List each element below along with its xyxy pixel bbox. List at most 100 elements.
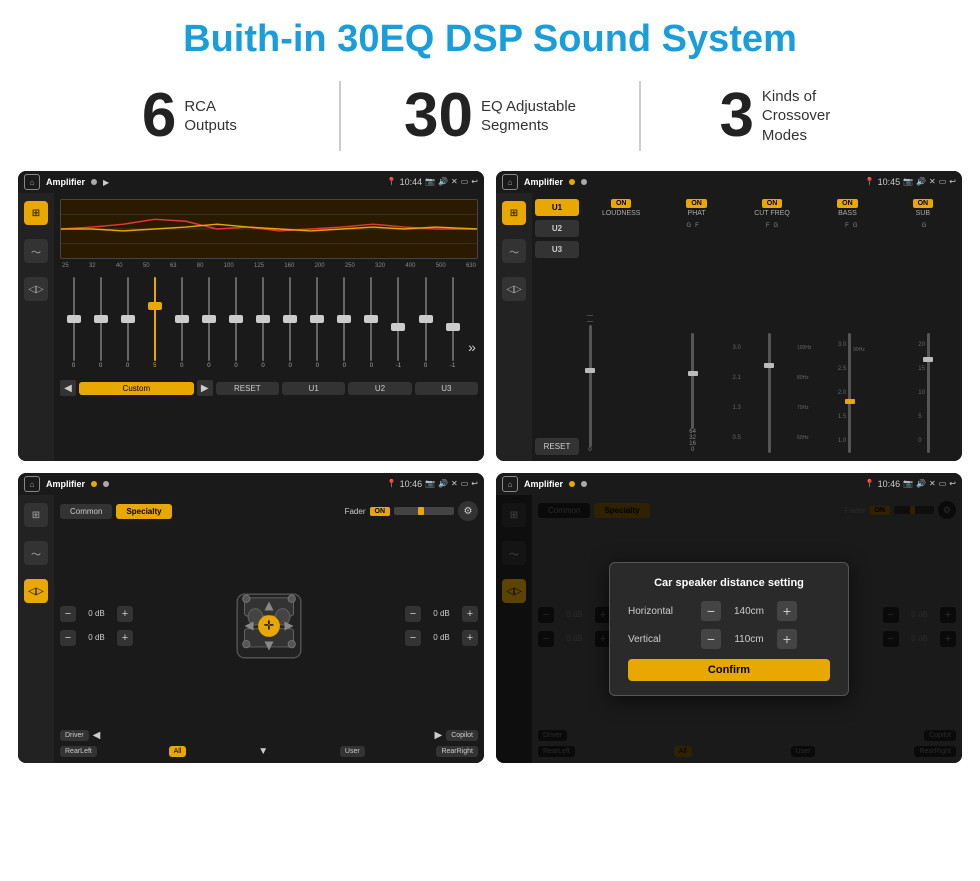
eq-freq-labels: 253240506380100125160200250320400500630: [60, 263, 478, 269]
dialog-vertical-minus[interactable]: −: [701, 629, 721, 649]
s3-settings-icon[interactable]: ⚙: [458, 501, 478, 521]
screen-4-dialog: ⌂ Amplifier 📍 10:46 📷 🔊 ✕ ▭ ↩ ⊞ 〜 ◁▷: [496, 473, 962, 763]
eq-preset-label: Custom: [79, 382, 194, 395]
s3-fader-bar[interactable]: [394, 507, 454, 515]
screen4-topbar: ⌂ Amplifier 📍 10:46 📷 🔊 ✕ ▭ ↩: [496, 473, 962, 495]
s3-tabs: Common Specialty Fader ON ⚙: [60, 501, 478, 521]
stat-label-rca: RCAOutputs: [184, 97, 237, 136]
eq-sliders-area: 0 0 0 5 0 0 0 0 0 0 0 0 -1 0 -1 »: [60, 273, 478, 373]
minimize-icon-2: ▭: [939, 177, 947, 187]
s3-copilot-btn[interactable]: Copilot: [446, 730, 478, 741]
s3-down-arrow[interactable]: ▼: [258, 746, 268, 757]
screens-grid: ⌂ Amplifier ▶ 📍 10:44 📷 🔊 ✕ ▭ ↩ ⊞ 〜 ◁▷: [0, 165, 980, 773]
stat-number-3: 3: [719, 85, 753, 147]
eq-reset-btn[interactable]: RESET: [216, 382, 279, 395]
dialog-horizontal-plus[interactable]: +: [777, 601, 797, 621]
stat-label-crossover: Kinds ofCrossover Modes: [762, 87, 862, 146]
s3-sidebar-wave-icon[interactable]: 〜: [24, 541, 48, 565]
stat-eq: 30 EQ AdjustableSegments: [361, 85, 620, 147]
sidebar-vol-icon[interactable]: ◁▷: [24, 277, 48, 301]
s3-minus-btn-4[interactable]: −: [405, 630, 421, 646]
time-3: 10:46: [400, 479, 423, 489]
eq-u3-btn[interactable]: U3: [415, 382, 478, 395]
close-icon-1: ✕: [451, 177, 458, 187]
s3-plus-btn-4[interactable]: +: [462, 630, 478, 646]
s2-header-row: ON LOUDNESS ON PHAT ON CUT FREQ ON BASS: [585, 197, 959, 219]
s2-u1-btn[interactable]: U1: [535, 199, 579, 216]
home-btn-1[interactable]: ⌂: [24, 174, 40, 190]
s3-common-tab[interactable]: Common: [60, 504, 112, 519]
screen3-topbar: ⌂ Amplifier 📍 10:46 📷 🔊 ✕ ▭ ↩: [18, 473, 484, 495]
s2-sidebar-wave-icon[interactable]: 〜: [502, 239, 526, 263]
s3-minus-btn-1[interactable]: −: [60, 606, 76, 622]
s3-minus-btn-2[interactable]: −: [60, 630, 76, 646]
s3-user-btn[interactable]: User: [340, 746, 365, 757]
s2-sidebar-vol-icon[interactable]: ◁▷: [502, 277, 526, 301]
screen1-body: ⊞ 〜 ◁▷: [18, 193, 484, 461]
screen1-title: Amplifier: [46, 177, 85, 187]
eq-play-btn[interactable]: ▶: [197, 380, 213, 396]
s3-content: − 0 dB + − 0 dB +: [60, 526, 478, 725]
stat-label-eq: EQ AdjustableSegments: [481, 97, 576, 136]
eq-prev-btn[interactable]: ◀: [60, 380, 76, 396]
sidebar-eq-icon[interactable]: ⊞: [24, 201, 48, 225]
s2-sliders: — — 0 GF: [585, 221, 959, 457]
s3-left-arrow[interactable]: ◀: [93, 730, 101, 741]
topbar-dot-3: [91, 481, 97, 487]
dialog-box: Car speaker distance setting Horizontal …: [609, 562, 849, 696]
s3-sidebar-vol-icon[interactable]: ◁▷: [24, 579, 48, 603]
dialog-vertical-row: Vertical − 110cm +: [628, 629, 830, 649]
s2-reset-btn[interactable]: RESET: [535, 438, 579, 455]
home-btn-2[interactable]: ⌂: [502, 174, 518, 190]
s3-specialty-tab[interactable]: Specialty: [116, 504, 171, 519]
s2-u3-btn[interactable]: U3: [535, 241, 579, 258]
screen2-title: Amplifier: [524, 177, 563, 187]
home-btn-3[interactable]: ⌂: [24, 476, 40, 492]
s3-plus-btn-3[interactable]: +: [462, 606, 478, 622]
dialog-vertical-plus[interactable]: +: [777, 629, 797, 649]
time-1: 10:44: [400, 177, 423, 187]
dialog-vertical-value: 110cm: [729, 634, 769, 645]
confirm-button[interactable]: Confirm: [628, 659, 830, 681]
eq-u1-btn[interactable]: U1: [282, 382, 345, 395]
s3-db-row-4: − 0 dB +: [405, 630, 478, 646]
screen3-sidebar: ⊞ 〜 ◁▷: [18, 495, 54, 763]
s3-driver-btn[interactable]: Driver: [60, 730, 89, 741]
dialog-horizontal-value: 140cm: [729, 606, 769, 617]
s2-u2-btn[interactable]: U2: [535, 220, 579, 237]
s3-plus-btn-1[interactable]: +: [117, 606, 133, 622]
stat-divider-2: [639, 81, 641, 151]
s3-on-badge: ON: [370, 507, 391, 516]
screen-2-crossover: ⌂ Amplifier 📍 10:45 📷 🔊 ✕ ▭ ↩ ⊞ 〜 ◁▷ U1: [496, 171, 962, 461]
s3-right-db-controls: − 0 dB + − 0 dB +: [405, 526, 478, 725]
screen4-body: ⊞ 〜 ◁▷ Common Specialty Fader ON ⚙: [496, 495, 962, 763]
topbar-dot-2: [569, 179, 575, 185]
page-title: Buith-in 30EQ DSP Sound System: [0, 0, 980, 71]
dialog-overlay: Car speaker distance setting Horizontal …: [496, 495, 962, 763]
sidebar-wave-icon[interactable]: 〜: [24, 239, 48, 263]
stat-rca: 6 RCAOutputs: [60, 85, 319, 147]
minimize-icon-1: ▭: [461, 177, 469, 187]
location-icon-3: 📍: [387, 479, 397, 489]
dialog-horizontal-minus[interactable]: −: [701, 601, 721, 621]
s3-right-arrow[interactable]: ▶: [435, 730, 443, 741]
s3-sidebar-eq-icon[interactable]: ⊞: [24, 503, 48, 527]
screen3-body: ⊞ 〜 ◁▷ Common Specialty Fader ON ⚙: [18, 495, 484, 763]
s3-car-diagram: ✛: [139, 526, 399, 725]
s3-bottom-row-2: RearLeft All ▼ User RearRight: [60, 746, 478, 757]
eq-u2-btn[interactable]: U2: [348, 382, 411, 395]
volume-icon-2: 🔊: [916, 177, 926, 187]
s3-db-row-3: − 0 dB +: [405, 606, 478, 622]
s3-plus-btn-2[interactable]: +: [117, 630, 133, 646]
home-btn-4[interactable]: ⌂: [502, 476, 518, 492]
s3-rearright-btn[interactable]: RearRight: [436, 746, 478, 757]
volume-icon-3: 🔊: [438, 479, 448, 489]
s3-rearleft-btn[interactable]: RearLeft: [60, 746, 97, 757]
s3-all-btn[interactable]: All: [169, 746, 187, 757]
s2-sidebar-eq-icon[interactable]: ⊞: [502, 201, 526, 225]
s3-db-val-1: 0 dB: [79, 609, 114, 618]
topbar-dot-1: [91, 179, 97, 185]
s3-minus-btn-3[interactable]: −: [405, 606, 421, 622]
stat-number-30: 30: [404, 85, 473, 147]
screen2-left-panel: U1 U2 U3 RESET: [532, 193, 582, 461]
